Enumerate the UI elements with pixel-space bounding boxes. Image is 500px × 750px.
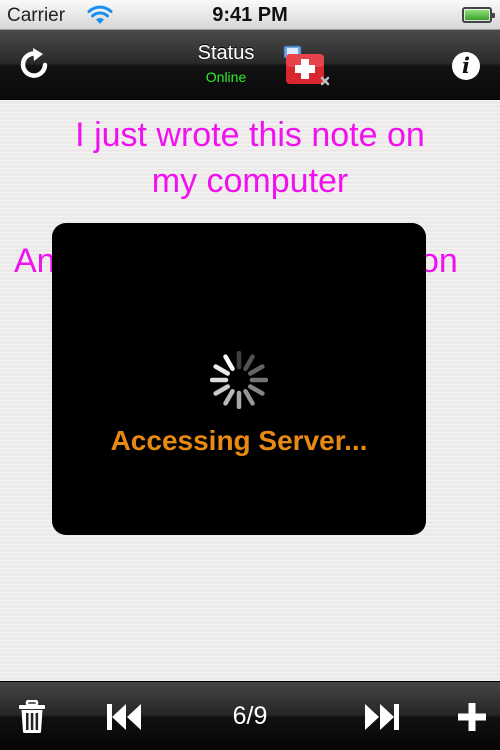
spinner-blade — [213, 384, 230, 396]
add-note-button[interactable] — [452, 682, 492, 750]
skip-back-icon — [107, 703, 141, 730]
note-counter: 6/9 — [232, 702, 268, 730]
loading-hud: Accessing Server... — [52, 223, 426, 535]
battery-icon — [462, 7, 495, 23]
clock: 9:41 PM — [212, 4, 288, 26]
plus-icon — [458, 702, 486, 731]
connection-status: Online — [205, 69, 247, 85]
spinner-blade — [223, 389, 235, 406]
spinner-blade — [243, 389, 255, 406]
loading-message: Accessing Server... — [110, 425, 368, 456]
spinner-blade — [248, 384, 265, 396]
note-line: my computer — [151, 162, 349, 200]
note-text: I just wrote this note on my computer — [0, 112, 500, 204]
app-icon — [283, 45, 330, 86]
battery-fill — [465, 10, 489, 20]
bottom-toolbar: 6/9 — [0, 681, 500, 750]
spinner-blade — [248, 364, 265, 376]
battery-nub — [492, 13, 495, 18]
refresh-icon[interactable] — [16, 46, 52, 82]
spinner-icon — [210, 351, 268, 409]
spinner-blade — [213, 364, 230, 376]
trash-icon — [19, 699, 45, 733]
delete-button[interactable] — [14, 682, 50, 750]
nav-title: Status — [197, 42, 255, 64]
nav-bar: Status Online i — [0, 30, 500, 100]
spinner-blade — [223, 354, 235, 371]
note-line: I just wrote this note on — [75, 116, 425, 154]
skip-forward-icon — [365, 703, 399, 730]
previous-note-button[interactable] — [104, 682, 144, 750]
info-icon[interactable]: i — [452, 52, 480, 80]
next-note-button[interactable] — [362, 682, 402, 750]
status-bar: Carrier 9:41 PM — [0, 0, 500, 30]
spinner-blade — [243, 354, 255, 371]
note-partial-left: An — [14, 242, 56, 280]
